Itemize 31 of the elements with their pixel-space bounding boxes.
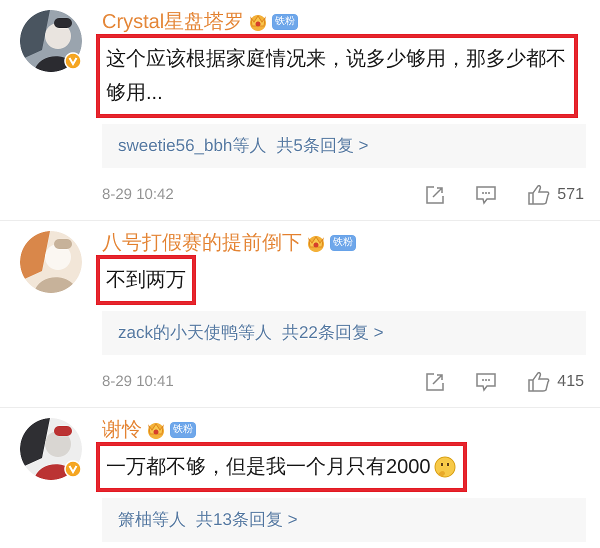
author-name[interactable]: 谢怜 xyxy=(102,420,142,440)
replies-panel[interactable]: zack的小天使鸭等人 共22条回复 > xyxy=(102,311,586,355)
comment-time: 8-29 10:41 xyxy=(102,372,174,392)
comment-text: 一万都不够，但是我一个月只有2000 xyxy=(106,455,430,480)
verified-badge-icon xyxy=(64,52,82,70)
like-count: 571 xyxy=(557,185,584,205)
reply-count-link[interactable]: 共22条回复 > xyxy=(282,320,384,346)
thumbs-up-icon[interactable] xyxy=(527,184,552,206)
author-name[interactable]: 八号打假赛的提前倒下 xyxy=(102,233,302,253)
fan-badge: 铁粉 xyxy=(170,422,196,438)
reply-count-link[interactable]: 共5条回复 > xyxy=(276,133,368,159)
share-icon[interactable] xyxy=(425,372,446,392)
comment-text: 这个应该根据家庭情况来，说多少够用，那多少都不够用... xyxy=(106,47,567,106)
replies-panel[interactable]: sweetie56_bbh等人 共5条回复 > xyxy=(102,124,586,168)
replies-panel[interactable]: 箫柚等人 共13条回复 > xyxy=(102,498,586,542)
reply-users: 箫柚等人 xyxy=(118,509,186,532)
fan-badge: 铁粉 xyxy=(330,235,356,251)
fan-badge: 铁粉 xyxy=(272,14,298,30)
comment-icon[interactable] xyxy=(475,372,498,392)
comment-time: 8-29 10:42 xyxy=(102,184,174,205)
thumbs-up-icon[interactable] xyxy=(527,371,552,393)
comment-icon[interactable] xyxy=(475,185,498,205)
like-count: 415 xyxy=(557,372,584,392)
reply-users: sweetie56_bbh等人 xyxy=(118,135,266,158)
reply-count-link[interactable]: 共13条回复 > xyxy=(196,507,298,533)
comment-text: 不到两万 xyxy=(106,268,186,293)
verified-badge-icon xyxy=(64,460,82,478)
thinking-face-icon xyxy=(432,455,456,479)
author-name[interactable]: Crystal星盘塔罗 xyxy=(102,12,244,32)
share-icon[interactable] xyxy=(425,185,446,205)
reply-users: zack的小天使鸭等人 xyxy=(118,322,272,344)
